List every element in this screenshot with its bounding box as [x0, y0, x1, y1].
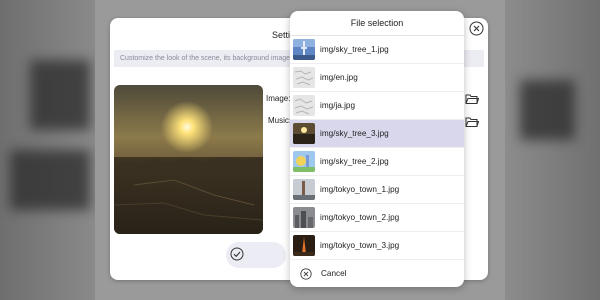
cancel-icon	[300, 268, 312, 280]
file-row-tokyo-town-3[interactable]: img/tokyo_town_3.jpg	[290, 232, 464, 260]
file-row-en[interactable]: img/en.jpg	[290, 64, 464, 92]
file-name: img/sky_tree_1.jpg	[320, 45, 389, 54]
close-icon[interactable]	[469, 21, 484, 36]
file-row-tokyo-town-1[interactable]: img/tokyo_town_1.jpg	[290, 176, 464, 204]
file-name: img/sky_tree_2.jpg	[320, 157, 389, 166]
sky-tree-thumbnail	[293, 39, 315, 60]
file-name: img/sky_tree_3.jpg	[320, 129, 389, 138]
file-selection-title: File selection	[290, 11, 464, 36]
file-row-sky-tree-3[interactable]: img/sky_tree_3.jpg	[290, 120, 464, 148]
file-name: img/tokyo_town_2.jpg	[320, 213, 400, 222]
file-selection-panel: File selection img/sky_tree_1.jpg img/en…	[290, 11, 464, 287]
background-blur-left	[0, 0, 95, 300]
file-name: img/ja.jpg	[320, 101, 356, 110]
night-tower-thumbnail	[293, 235, 315, 256]
file-row-sky-tree-2[interactable]: img/sky_tree_2.jpg	[290, 148, 464, 176]
cancel-label: Cancel	[321, 269, 347, 278]
file-row-ja[interactable]: img/ja.jpg	[290, 92, 464, 120]
file-row-tokyo-town-2[interactable]: img/tokyo_town_2.jpg	[290, 204, 464, 232]
tower-thumbnail	[293, 179, 315, 200]
check-icon	[230, 247, 244, 261]
file-row-sky-tree-1[interactable]: img/sky_tree_1.jpg	[290, 36, 464, 64]
map-thumbnail	[293, 95, 315, 116]
cartoon-thumbnail	[293, 151, 315, 172]
file-name: img/tokyo_town_3.jpg	[320, 241, 400, 250]
sunset-thumbnail	[293, 123, 315, 144]
background-blur-right	[505, 0, 600, 300]
settings-title: Setti	[272, 30, 291, 40]
music-folder-icon[interactable]	[465, 116, 479, 128]
file-name: img/en.jpg	[320, 73, 358, 82]
cancel-button[interactable]: Cancel	[290, 261, 464, 287]
image-folder-icon[interactable]	[465, 93, 479, 105]
file-name: img/tokyo_town_1.jpg	[320, 185, 400, 194]
music-label: Music:	[268, 116, 292, 125]
image-label: Image:	[266, 94, 291, 103]
background-image-preview	[114, 85, 263, 234]
map-thumbnail	[293, 67, 315, 88]
city-thumbnail	[293, 207, 315, 228]
